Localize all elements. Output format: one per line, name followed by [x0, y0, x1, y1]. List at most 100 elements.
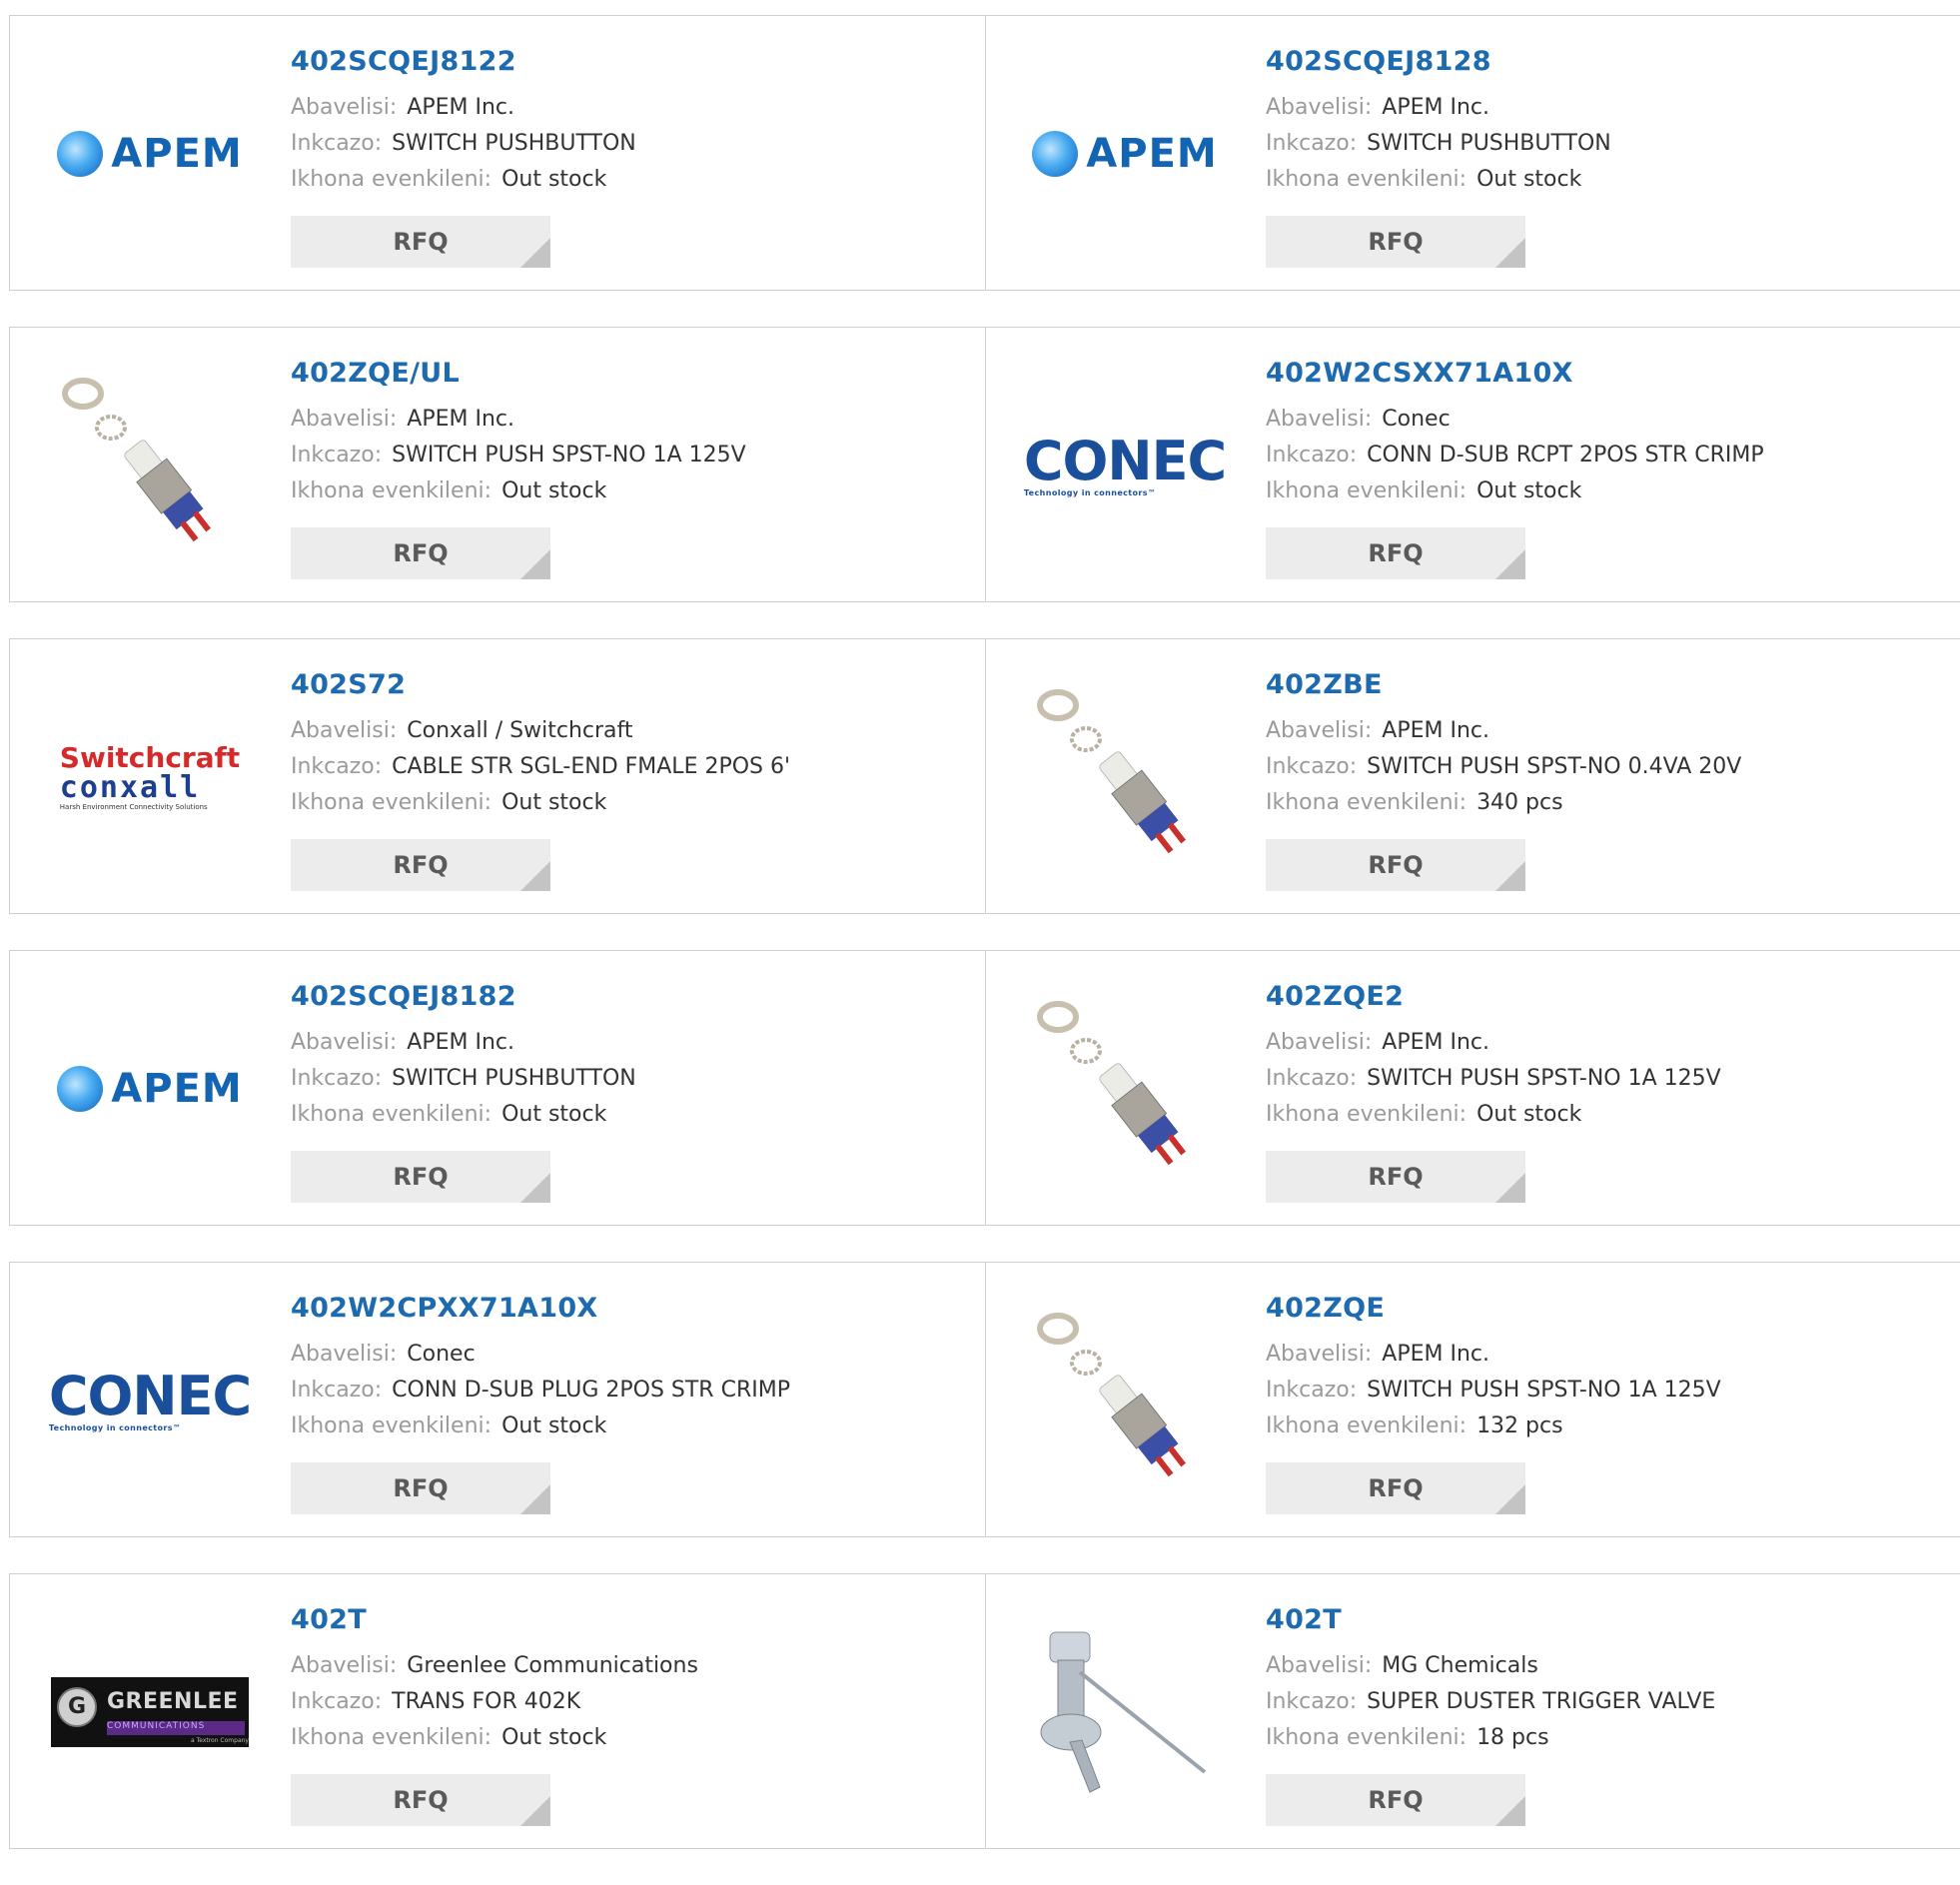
manufacturer-value: MG Chemicals	[1382, 1653, 1538, 1678]
product-image[interactable]	[1025, 677, 1225, 877]
stock-value: 132 pcs	[1476, 1414, 1563, 1438]
product-card: APEM 402SCQEJ8128 Abavelisi: APEM Inc. In…	[985, 15, 1960, 291]
rfq-button[interactable]: RFQ	[1266, 216, 1525, 268]
apem-logo: APEM	[1032, 131, 1217, 177]
rfq-button[interactable]: RFQ	[1266, 527, 1525, 579]
product-image[interactable]: Switchcraft conxall Harsh Environment Conn…	[50, 677, 250, 877]
product-image[interactable]	[1025, 989, 1225, 1189]
product-card: CONEC Technology in connectors™ 402W2CPXX…	[9, 1262, 987, 1537]
stock-label: Ikhona evenkileni:	[291, 790, 492, 815]
manufacturer-row: Abavelisi: Conec	[291, 1337, 970, 1373]
description-value: CONN D-SUB RCPT 2POS STR CRIMP	[1367, 443, 1764, 468]
part-number-link[interactable]: 402SCQEJ8182	[291, 979, 970, 1015]
rfq-button[interactable]: RFQ	[1266, 839, 1525, 891]
corner-triangle-icon	[1495, 1796, 1525, 1826]
description-value: SWITCH PUSH SPST-NO 1A 125V	[392, 443, 746, 468]
part-number-link[interactable]: 402T	[291, 1602, 970, 1638]
rfq-label: RFQ	[1368, 1163, 1424, 1191]
product-image[interactable]	[50, 366, 250, 565]
part-number-link[interactable]: 402SCQEJ8122	[291, 44, 970, 80]
part-number-link[interactable]: 402SCQEJ8128	[1266, 44, 1945, 80]
product-image[interactable]: APEM	[50, 989, 250, 1189]
stock-label: Ikhona evenkileni:	[1266, 478, 1468, 503]
part-number-link[interactable]: 402T	[1266, 1602, 1945, 1638]
stock-row: Ikhona evenkileni: Out stock	[291, 1097, 970, 1133]
manufacturer-value: APEM Inc.	[407, 95, 514, 120]
pushbutton-switch-icon	[1037, 1313, 1187, 1477]
stock-value: 340 pcs	[1476, 790, 1563, 815]
manufacturer-value: Conec	[1382, 407, 1451, 432]
manufacturer-row: Abavelisi: APEM Inc.	[1266, 1025, 1945, 1061]
product-info: 402W2CPXX71A10X Abavelisi: Conec Inkcazo:…	[291, 1291, 970, 1444]
rfq-label: RFQ	[1368, 851, 1424, 879]
manufacturer-label: Abavelisi:	[1266, 718, 1373, 743]
product-image[interactable]: APEM	[1025, 54, 1225, 254]
stock-value: Out stock	[1476, 167, 1582, 192]
rfq-button[interactable]: RFQ	[291, 527, 550, 579]
description-label: Inkcazo:	[1266, 1378, 1358, 1403]
pushbutton-switch-icon	[1037, 1001, 1187, 1166]
product-info: 402ZQE/UL Abavelisi: APEM Inc. Inkcazo: SW…	[291, 356, 970, 509]
product-card: APEM 402SCQEJ8122 Abavelisi: APEM Inc. In…	[9, 15, 987, 291]
rfq-button[interactable]: RFQ	[1266, 1462, 1525, 1514]
part-number-link[interactable]: 402ZBE	[1266, 667, 1945, 703]
part-number-link[interactable]: 402ZQE/UL	[291, 356, 970, 392]
product-image[interactable]: G GREENLEE COMMUNICATIONS a Textron Company	[50, 1612, 250, 1812]
description-label: Inkcazo:	[1266, 131, 1358, 156]
product-image[interactable]: CONEC Technology in connectors™	[49, 1301, 252, 1500]
description-label: Inkcazo:	[1266, 754, 1358, 779]
part-number-link[interactable]: 402W2CPXX71A10X	[291, 1291, 970, 1327]
part-number-link[interactable]: 402S72	[291, 667, 970, 703]
description-row: Inkcazo: SWITCH PUSHBUTTON	[291, 126, 970, 162]
product-image[interactable]	[1025, 1612, 1225, 1812]
part-number-link[interactable]: 402ZQE	[1266, 1291, 1945, 1327]
description-row: Inkcazo: SWITCH PUSH SPST-NO 0.4VA 20V	[1266, 749, 1945, 785]
stock-label: Ikhona evenkileni:	[1266, 1725, 1468, 1750]
rfq-button[interactable]: RFQ	[291, 216, 550, 268]
product-info: 402ZBE Abavelisi: APEM Inc. Inkcazo: SWITC…	[1266, 667, 1945, 821]
rfq-button[interactable]: RFQ	[291, 1774, 550, 1826]
part-number-link[interactable]: 402ZQE2	[1266, 979, 1945, 1015]
product-image[interactable]: APEM	[50, 54, 250, 254]
product-info: 402SCQEJ8128 Abavelisi: APEM Inc. Inkcazo…	[1266, 44, 1945, 198]
manufacturer-row: Abavelisi: APEM Inc.	[291, 90, 970, 126]
manufacturer-value: APEM Inc.	[407, 407, 514, 432]
stock-row: Ikhona evenkileni: Out stock	[291, 473, 970, 509]
corner-triangle-icon	[520, 1484, 550, 1514]
product-row: APEM 402SCQEJ8182 Abavelisi: APEM Inc. In…	[9, 950, 1960, 1226]
manufacturer-row: Abavelisi: MG Chemicals	[1266, 1648, 1945, 1684]
manufacturer-label: Abavelisi:	[1266, 1653, 1373, 1678]
part-number-link[interactable]: 402W2CSXX71A10X	[1266, 356, 1945, 392]
rfq-button[interactable]: RFQ	[291, 1151, 550, 1203]
greenlee-logo: G GREENLEE COMMUNICATIONS a Textron Company	[51, 1677, 249, 1747]
stock-row: Ikhona evenkileni: 340 pcs	[1266, 785, 1945, 821]
rfq-button[interactable]: RFQ	[291, 1462, 550, 1514]
product-image[interactable]	[1025, 1301, 1225, 1500]
rfq-button[interactable]: RFQ	[1266, 1774, 1525, 1826]
description-label: Inkcazo:	[291, 1378, 383, 1403]
product-info: 402SCQEJ8122 Abavelisi: APEM Inc. Inkcazo…	[291, 44, 970, 198]
manufacturer-value: APEM Inc.	[1382, 95, 1489, 120]
stock-value: Out stock	[501, 1725, 607, 1750]
rfq-label: RFQ	[1368, 228, 1424, 256]
product-image[interactable]: CONEC Technology in connectors™	[1024, 366, 1227, 565]
manufacturer-label: Abavelisi:	[291, 1342, 398, 1367]
description-value: CABLE STR SGL-END FMALE 2POS 6'	[392, 754, 791, 779]
rfq-button[interactable]: RFQ	[291, 839, 550, 891]
stock-value: Out stock	[501, 1102, 607, 1127]
apem-globe-icon	[1032, 131, 1079, 177]
stock-label: Ikhona evenkileni:	[291, 478, 492, 503]
rfq-label: RFQ	[1368, 539, 1424, 567]
trigger-valve-icon	[1040, 1631, 1207, 1793]
manufacturer-value: APEM Inc.	[1382, 1342, 1489, 1367]
product-grid: APEM 402SCQEJ8122 Abavelisi: APEM Inc. In…	[9, 15, 1960, 1885]
manufacturer-row: Abavelisi: Greenlee Communications	[291, 1648, 970, 1684]
product-info: 402SCQEJ8182 Abavelisi: APEM Inc. Inkcazo…	[291, 979, 970, 1133]
description-row: Inkcazo: SWITCH PUSH SPST-NO 1A 125V	[1266, 1061, 1945, 1097]
description-row: Inkcazo: CONN D-SUB PLUG 2POS STR CRIMP	[291, 1373, 970, 1409]
description-value: CONN D-SUB PLUG 2POS STR CRIMP	[392, 1378, 790, 1403]
manufacturer-row: Abavelisi: APEM Inc.	[1266, 1337, 1945, 1373]
apem-logo: APEM	[57, 131, 242, 177]
stock-label: Ikhona evenkileni:	[1266, 1414, 1468, 1438]
rfq-button[interactable]: RFQ	[1266, 1151, 1525, 1203]
